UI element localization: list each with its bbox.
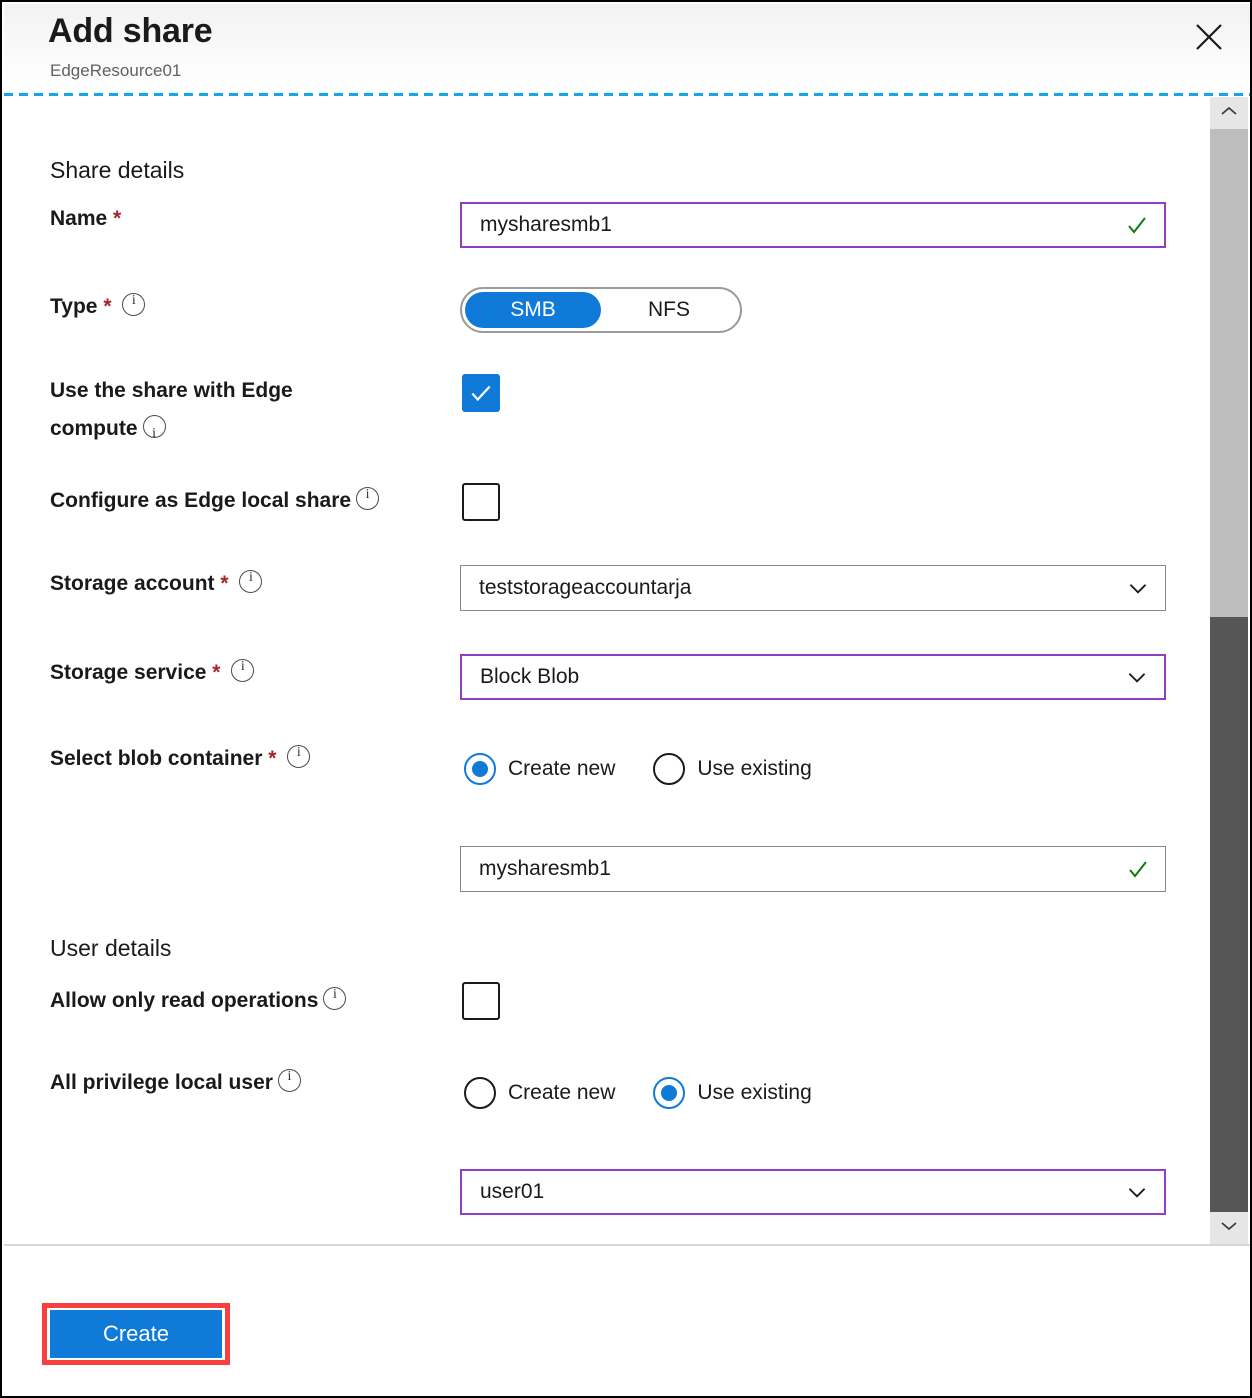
info-icon[interactable] — [356, 487, 379, 510]
local-user-create-new-label: Create new — [508, 1081, 615, 1105]
blade-header: Add share EdgeResource01 — [4, 4, 1250, 94]
info-icon[interactable] — [287, 745, 310, 768]
blob-container-label: Select blob container * — [50, 745, 310, 771]
blob-container-use-existing-label: Use existing — [697, 757, 811, 781]
blob-container-radio-group: Create new Use existing — [464, 753, 812, 785]
chevron-down-icon — [1124, 664, 1150, 690]
share-name-input[interactable]: mysharesmb1 — [460, 202, 1166, 248]
type-option-smb[interactable]: SMB — [465, 292, 601, 328]
info-icon[interactable] — [323, 987, 346, 1010]
radio-selected-icon — [653, 1077, 685, 1109]
blob-container-create-new-label: Create new — [508, 757, 615, 781]
local-user-value: user01 — [480, 1180, 1124, 1204]
checkmark-icon — [468, 380, 494, 406]
info-icon[interactable] — [278, 1069, 301, 1092]
storage-account-label: Storage account * — [50, 570, 262, 596]
local-user-use-existing-label: Use existing — [697, 1081, 811, 1105]
share-name-value: mysharesmb1 — [480, 213, 1124, 237]
edge-local-share-label: Configure as Edge local share — [50, 487, 379, 513]
chevron-down-icon — [1125, 575, 1151, 601]
checkmark-icon — [1125, 856, 1151, 882]
user-details-heading: User details — [50, 935, 171, 962]
name-label: Name * — [50, 207, 121, 231]
storage-account-dropdown[interactable]: teststorageaccountarja — [460, 565, 1166, 611]
required-asterisk: * — [113, 207, 121, 230]
chevron-down-icon — [1124, 1179, 1150, 1205]
storage-service-label: Storage service * — [50, 659, 254, 685]
read-only-label: Allow only read operations — [50, 987, 346, 1013]
storage-service-value: Block Blob — [480, 665, 1124, 689]
share-type-toggle[interactable]: SMB NFS — [460, 287, 742, 333]
read-only-checkbox[interactable] — [462, 982, 500, 1020]
edge-local-share-checkbox[interactable] — [462, 483, 500, 521]
local-user-dropdown[interactable]: user01 — [460, 1169, 1166, 1215]
create-button[interactable]: Create — [50, 1310, 222, 1358]
radio-selected-icon — [464, 753, 496, 785]
info-icon[interactable] — [231, 659, 254, 682]
local-user-label: All privilege local user — [50, 1069, 301, 1095]
info-icon[interactable] — [122, 293, 145, 316]
close-icon — [1194, 22, 1224, 52]
type-label: Type * — [50, 293, 145, 319]
add-share-blade: Add share EdgeResource01 Share details N… — [0, 0, 1252, 1398]
scroll-down-button[interactable] — [1210, 1212, 1248, 1244]
blob-container-name-input[interactable]: mysharesmb1 — [460, 846, 1166, 892]
radio-unselected-icon — [653, 753, 685, 785]
scrollbar-thumb[interactable] — [1210, 129, 1248, 617]
checkmark-icon — [1124, 212, 1150, 238]
blob-container-radio-use-existing[interactable]: Use existing — [653, 753, 811, 785]
storage-account-value: teststorageaccountarja — [479, 576, 1125, 600]
edge-compute-label: Use the share with Edge compute — [50, 372, 293, 448]
page-title: Add share — [48, 12, 212, 51]
local-user-radio-create-new[interactable]: Create new — [464, 1077, 615, 1109]
info-icon[interactable] — [143, 415, 166, 438]
page-subtitle: EdgeResource01 — [50, 61, 181, 81]
edge-compute-checkbox[interactable] — [462, 374, 500, 412]
radio-unselected-icon — [464, 1077, 496, 1109]
scroll-up-button[interactable] — [1210, 97, 1248, 129]
header-dashed-divider — [4, 93, 1252, 96]
vertical-scrollbar[interactable] — [1210, 97, 1248, 1244]
blob-container-name-value: mysharesmb1 — [479, 857, 1125, 881]
close-button[interactable] — [1188, 16, 1230, 58]
type-option-nfs[interactable]: NFS — [601, 292, 737, 328]
storage-service-dropdown[interactable]: Block Blob — [460, 654, 1166, 700]
form-content: Share details Name * mysharesmb1 Type * … — [4, 97, 1214, 1244]
blob-container-radio-create-new[interactable]: Create new — [464, 753, 615, 785]
chevron-up-icon — [1219, 104, 1239, 123]
local-user-radio-group: Create new Use existing — [464, 1077, 812, 1109]
share-details-heading: Share details — [50, 157, 184, 184]
chevron-down-icon — [1219, 1219, 1239, 1238]
local-user-radio-use-existing[interactable]: Use existing — [653, 1077, 811, 1109]
info-icon[interactable] — [239, 570, 262, 593]
